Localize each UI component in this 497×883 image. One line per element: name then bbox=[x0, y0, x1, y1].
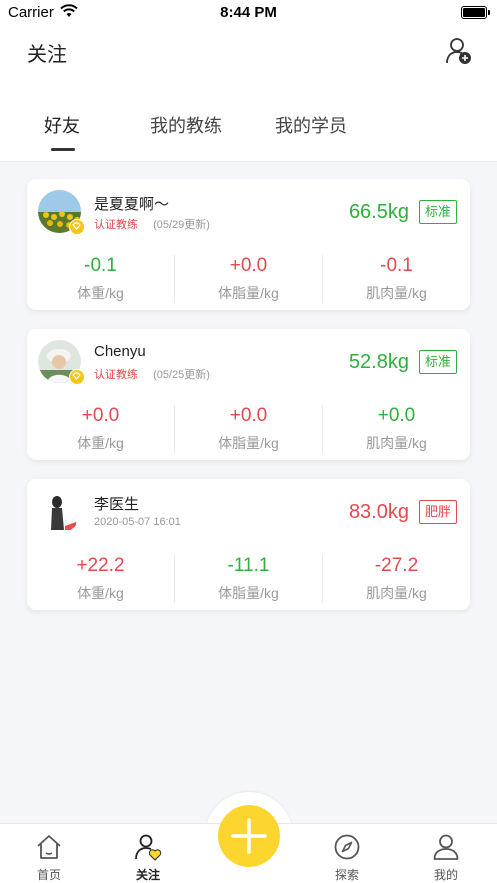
weight-value: 83.0kg bbox=[348, 501, 409, 523]
stat-value: +0.0 bbox=[229, 405, 268, 426]
weight-value: 66.5kg bbox=[348, 201, 409, 223]
avatar bbox=[38, 490, 81, 533]
tab-my-coach[interactable]: 我的教练 bbox=[150, 112, 222, 138]
status-bar: Carrier 8:44 PM bbox=[0, 0, 497, 26]
stat-value: -0.1 bbox=[84, 255, 117, 276]
tab-friends[interactable]: 好友 bbox=[44, 112, 80, 138]
stat-label: 体脂量/kg bbox=[218, 585, 279, 601]
body-type-tag: 标准 bbox=[418, 200, 457, 224]
friend-name: 是夏夏啊～ bbox=[94, 196, 170, 213]
tab-explore[interactable]: 探索 bbox=[317, 824, 377, 883]
verified-badge-icon bbox=[69, 369, 85, 385]
friend-name: Chenyu bbox=[94, 343, 146, 360]
friend-subtitle: 2020-05-07 16:01 bbox=[94, 516, 181, 528]
stats-row: +22.2 体重/kg -11.1 体脂量/kg -27.2 肌肉量/kg bbox=[27, 555, 470, 605]
stat-value: -0.1 bbox=[380, 255, 413, 276]
stat-label: 体重/kg bbox=[77, 585, 124, 601]
add-friend-icon[interactable] bbox=[445, 36, 473, 66]
stat-value: -27.2 bbox=[374, 555, 419, 576]
header: 关注 好友 我的教练 我的学员 bbox=[0, 26, 497, 162]
stat-weight: +0.0 体重/kg bbox=[27, 405, 174, 453]
friend-card[interactable]: Chenyu 认证教练 (05/25更新) 52.8kg 标准 +0.0 体重/… bbox=[27, 329, 470, 460]
follow-icon bbox=[135, 834, 162, 861]
profile-icon bbox=[433, 834, 459, 860]
stat-label: 肌肉量/kg bbox=[366, 285, 427, 301]
tab-profile[interactable]: 我的 bbox=[416, 824, 476, 883]
verified-badge-icon bbox=[69, 219, 85, 235]
tab-label: 首页 bbox=[36, 868, 61, 882]
cert-label: 认证教练 bbox=[94, 219, 138, 231]
stat-fat: -11.1 体脂量/kg bbox=[175, 555, 322, 603]
friend-card[interactable]: 李医生 2020-05-07 16:01 83.0kg 肥胖 +22.2 体重/… bbox=[27, 479, 470, 610]
stats-row: +0.0 体重/kg +0.0 体脂量/kg +0.0 肌肉量/kg bbox=[27, 405, 470, 455]
battery-icon bbox=[461, 6, 490, 19]
home-icon bbox=[37, 835, 61, 859]
stat-label: 肌肉量/kg bbox=[366, 585, 427, 601]
stat-label: 体重/kg bbox=[77, 435, 124, 451]
page-title: 关注 bbox=[27, 44, 67, 66]
tab-label: 探索 bbox=[334, 868, 359, 882]
friend-subtitle: 认证教练 (05/29更新) bbox=[94, 216, 210, 232]
weight-value: 52.8kg bbox=[348, 351, 409, 373]
friend-card[interactable]: 是夏夏啊～ 认证教练 (05/29更新) 66.5kg 标准 -0.1 体重/k… bbox=[27, 179, 470, 310]
updated-label: (05/25更新) bbox=[153, 369, 210, 381]
friend-name: 李医生 bbox=[94, 496, 140, 513]
body-type-tag: 标准 bbox=[418, 350, 457, 374]
tab-home[interactable]: 首页 bbox=[19, 824, 79, 883]
stat-label: 体脂量/kg bbox=[218, 435, 279, 451]
tab-indicator bbox=[51, 148, 75, 151]
stat-label: 体脂量/kg bbox=[218, 285, 279, 301]
cert-label: 认证教练 bbox=[94, 369, 138, 381]
stat-value: +0.0 bbox=[377, 405, 416, 426]
stat-value: +22.2 bbox=[76, 555, 125, 576]
tab-label: 关注 bbox=[135, 868, 160, 882]
friend-subtitle: 认证教练 (05/25更新) bbox=[94, 366, 210, 382]
stat-weight: +22.2 体重/kg bbox=[27, 555, 174, 603]
stat-fat: +0.0 体脂量/kg bbox=[175, 405, 322, 453]
stat-muscle: +0.0 肌肉量/kg bbox=[323, 405, 470, 453]
stat-label: 肌肉量/kg bbox=[366, 435, 427, 451]
stats-row: -0.1 体重/kg +0.0 体脂量/kg -0.1 肌肉量/kg bbox=[27, 255, 470, 305]
tab-follow[interactable]: 关注 bbox=[118, 824, 178, 883]
clock: 8:44 PM bbox=[220, 4, 277, 21]
updated-date: 2020-05-07 16:01 bbox=[94, 516, 181, 528]
tab-label: 我的 bbox=[433, 868, 458, 882]
body-type-tag: 肥胖 bbox=[418, 500, 457, 524]
stat-value: +0.0 bbox=[81, 405, 120, 426]
compass-icon bbox=[334, 834, 360, 860]
tab-my-students[interactable]: 我的学员 bbox=[275, 112, 347, 138]
add-record-button[interactable] bbox=[218, 805, 280, 867]
plus-icon bbox=[231, 818, 267, 854]
stat-muscle: -27.2 肌肉量/kg bbox=[323, 555, 470, 603]
stat-value: -11.1 bbox=[227, 555, 270, 576]
tab-bar-top: 好友 我的教练 我的学员 bbox=[0, 112, 497, 152]
stat-muscle: -0.1 肌肉量/kg bbox=[323, 255, 470, 303]
updated-label: (05/29更新) bbox=[153, 219, 210, 231]
stat-fat: +0.0 体脂量/kg bbox=[175, 255, 322, 303]
stat-weight: -0.1 体重/kg bbox=[27, 255, 174, 303]
stat-value: +0.0 bbox=[229, 255, 268, 276]
stat-label: 体重/kg bbox=[77, 285, 124, 301]
